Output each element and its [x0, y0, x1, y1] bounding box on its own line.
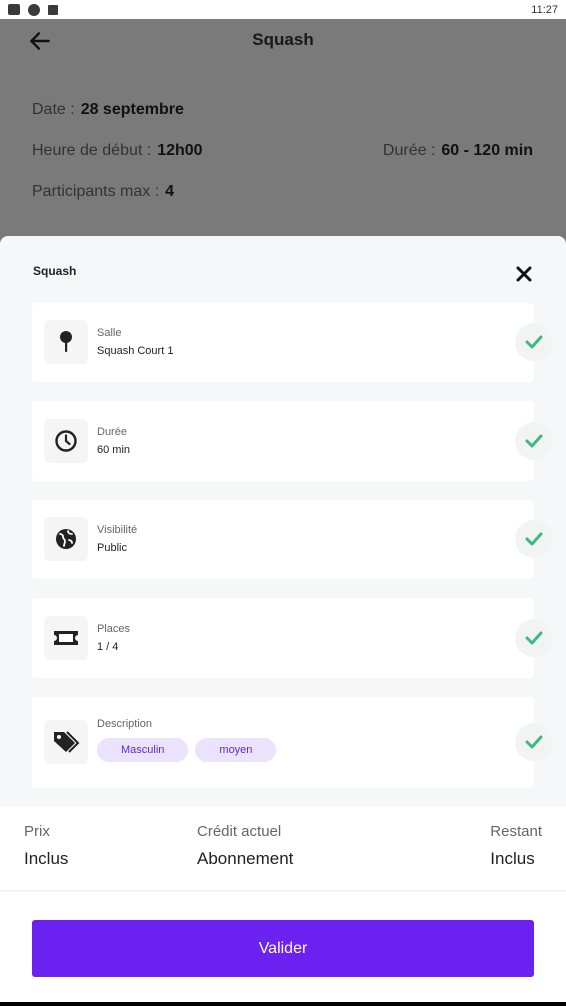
duration-label: Durée	[97, 426, 127, 438]
navigation-bar	[0, 1002, 566, 1006]
check-icon	[515, 619, 553, 657]
ticket-icon	[54, 631, 78, 645]
duration-card[interactable]: Durée 60 min	[32, 401, 553, 481]
room-value: Squash Court 1	[97, 345, 174, 357]
clock-icon	[55, 430, 77, 452]
description-icon-box	[44, 720, 88, 764]
puzzle-icon	[8, 4, 20, 15]
tag-chip[interactable]: Masculin	[97, 738, 189, 762]
credit-column: Crédit actuel Abonnement	[197, 823, 293, 869]
app-icon	[48, 4, 58, 15]
validate-button[interactable]: Valider	[32, 920, 534, 977]
description-card[interactable]: Description Masculin moyen	[32, 697, 553, 788]
sheet-title: Squash	[33, 264, 77, 278]
price-label: Prix	[24, 823, 50, 840]
visibility-value: Public	[97, 542, 127, 554]
room-card[interactable]: Salle Squash Court 1	[32, 303, 553, 382]
price-value: Inclus	[24, 849, 69, 868]
visibility-label: Visibilité	[97, 524, 138, 536]
visibility-card[interactable]: Visibilité Public	[32, 500, 553, 579]
description-tags: Masculin moyen	[97, 738, 277, 762]
description-label: Description	[97, 718, 153, 730]
close-icon[interactable]	[514, 264, 534, 284]
duration-value: 60 min	[97, 444, 131, 456]
tag-chip[interactable]: moyen	[195, 738, 277, 762]
remaining-value: Inclus	[490, 849, 535, 868]
shield-icon	[28, 3, 40, 16]
visibility-icon-box	[44, 517, 88, 561]
places-card[interactable]: Places 1 / 4	[32, 598, 553, 678]
tags-icon	[54, 731, 80, 753]
globe-icon	[56, 529, 76, 549]
places-value: 1 / 4	[97, 641, 119, 653]
check-icon	[515, 323, 553, 361]
places-icon-box	[44, 616, 88, 660]
price-column: Prix Inclus	[24, 823, 68, 869]
remaining-label: Restant	[490, 823, 542, 840]
status-bar: 11:27	[0, 0, 566, 19]
room-icon-box	[44, 320, 88, 364]
check-icon	[515, 422, 553, 460]
pin-icon	[60, 331, 72, 352]
credit-label: Crédit actuel	[197, 823, 282, 840]
check-icon	[515, 723, 553, 761]
places-label: Places	[97, 623, 131, 635]
duration-icon-box	[44, 419, 88, 463]
credit-value: Abonnement	[197, 849, 294, 868]
price-summary: Prix Inclus Crédit actuel Abonnement Res…	[0, 807, 566, 891]
remaining-column: Restant Inclus	[490, 823, 542, 869]
footer: Valider	[0, 892, 566, 1006]
status-time: 11:27	[531, 3, 558, 16]
check-icon	[515, 520, 553, 558]
room-label: Salle	[97, 327, 122, 339]
